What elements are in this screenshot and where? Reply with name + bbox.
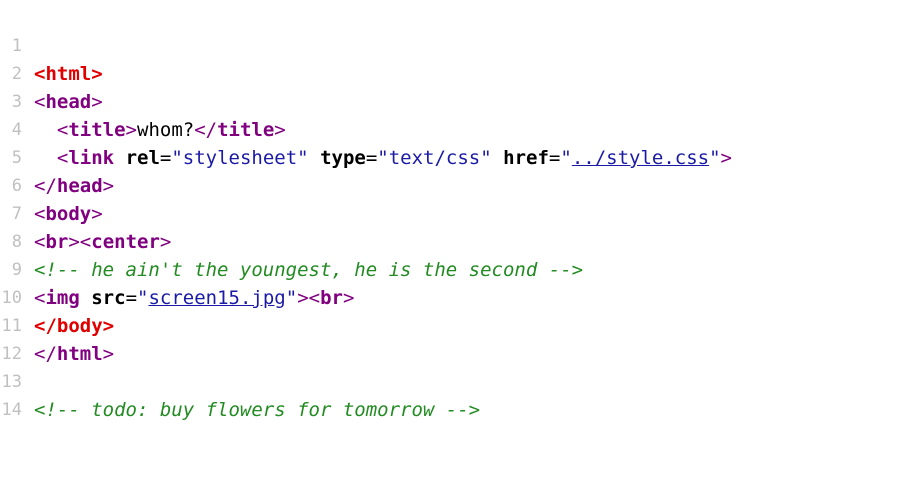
code-line: 8 <!-- he ain't the youngest, he is the … — [0, 200, 904, 281]
code-line: 14 — [0, 368, 904, 420]
line-content: <!-- todo: buy flowers for tomorrow --> — [34, 396, 480, 424]
code-line: 7 <br><center> — [0, 172, 904, 253]
code-line: 4 <link rel="stylesheet" type="text/css"… — [0, 88, 904, 169]
code-line: 12 — [0, 312, 904, 364]
code-line: 5 </head> — [0, 116, 904, 197]
code-line: 13 <!-- todo: buy flowers for tomorrow -… — [0, 340, 904, 421]
html-comment: <!-- todo: buy flowers for tomorrow --> — [34, 399, 481, 421]
line-number: 14 — [1, 400, 22, 420]
code-line: 6 <body> — [0, 144, 904, 225]
code-line: 1 <html> — [0, 4, 904, 85]
code-line: 2 <head> — [0, 32, 904, 113]
code-editor[interactable]: 1 <html> 2 <head> 3 <title>whom?</title>… — [0, 0, 904, 421]
code-line: 9 <img src="screen15.jpg"><br> — [0, 228, 904, 309]
code-line: 11 </html> — [0, 284, 904, 365]
code-line: 10 </body> — [0, 256, 904, 337]
code-line: 3 <title>whom?</title> — [0, 60, 904, 141]
